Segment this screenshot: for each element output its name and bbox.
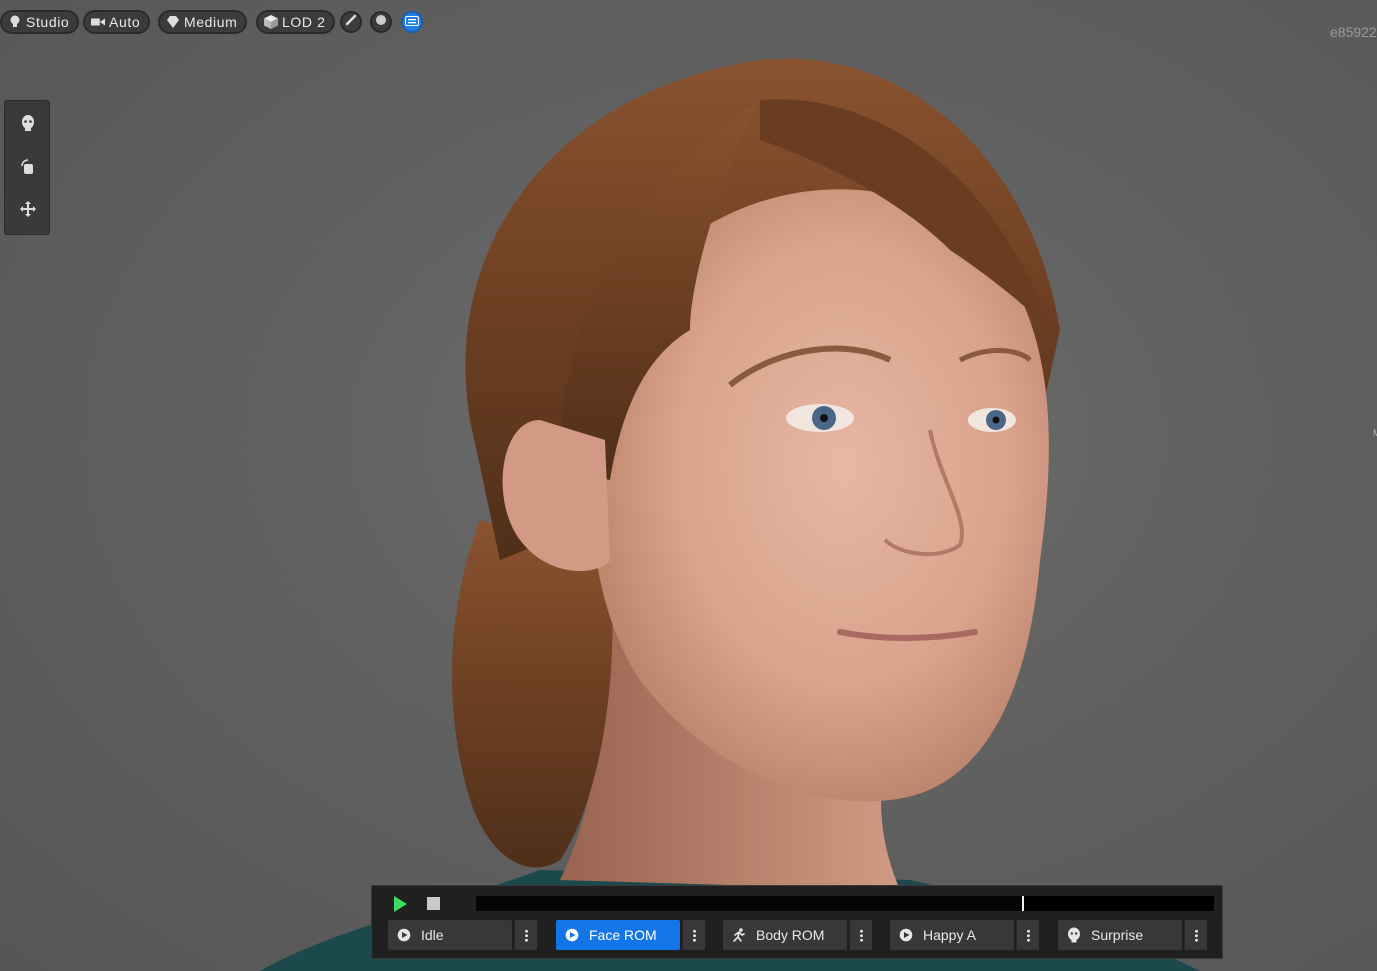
animation-panel: Idle Face ROM Body ROM Happy A Surprise [371,885,1223,959]
play-icon [392,896,408,917]
play-button[interactable] [392,895,408,913]
anim-label: Body ROM [756,927,825,943]
anim-label: Surprise [1091,927,1144,943]
lightbulb-icon [8,15,22,29]
environment-button[interactable]: Studio [0,10,80,34]
diamond-icon [166,15,180,29]
more-vert-icon [859,928,863,942]
tool-palette [4,100,50,235]
asset-id-text: e85922 [1330,24,1377,40]
head-toggle-button[interactable] [370,11,392,33]
timeline-scrubber[interactable] [476,896,1214,911]
lod-label: LOD 2 [282,14,326,30]
anim-label: Idle [421,927,444,943]
head-icon [375,13,387,31]
character-viewport[interactable] [0,0,1377,971]
running-person-icon [731,927,747,943]
anim-surprise-more-button[interactable] [1184,920,1207,950]
anim-happy-a-more-button[interactable] [1016,920,1039,950]
timeline-progress [476,896,1023,911]
anim-face-rom-more-button[interactable] [682,920,705,950]
more-vert-icon [692,928,696,942]
play-circle-icon [396,927,412,943]
anim-label: Happy A [923,927,976,943]
orbit-tool[interactable] [16,157,40,181]
move-tool[interactable] [16,199,40,223]
stop-button[interactable] [427,897,440,910]
bone-icon [345,13,357,31]
bone-toggle-button[interactable] [340,11,362,33]
anim-idle-more-button[interactable] [514,920,537,950]
more-vert-icon [1194,928,1198,942]
lod-button[interactable]: LOD 2 [256,10,336,34]
more-vert-icon [1026,928,1030,942]
camera-button[interactable]: Auto [83,10,151,34]
anim-body-rom-more-button[interactable] [849,920,872,950]
camera-label: Auto [109,14,141,30]
quality-label: Medium [184,14,238,30]
hand-rotate-icon [19,158,37,181]
face-icon [20,114,36,137]
anim-happy-a-button[interactable]: Happy A [890,920,1014,950]
keyboard-toggle-button[interactable] [401,11,423,33]
face-select-tool[interactable] [16,113,40,137]
more-vert-icon [524,928,528,942]
anim-face-rom-button[interactable]: Face ROM [556,920,680,950]
video-camera-icon [91,15,105,29]
anim-idle-button[interactable]: Idle [388,920,512,950]
cube-icon [264,15,278,29]
environment-label: Studio [26,14,70,30]
play-circle-icon [898,927,914,943]
anim-body-rom-button[interactable]: Body ROM [723,920,847,950]
keyboard-icon [405,13,419,31]
anim-surprise-button[interactable]: Surprise [1058,920,1182,950]
timeline-playhead[interactable] [1022,896,1025,911]
edge-label: M [1373,428,1377,438]
quality-button[interactable]: Medium [158,10,248,34]
play-circle-icon [564,927,580,943]
move-arrows-icon [19,200,37,223]
anim-label: Face ROM [589,927,657,943]
face-icon [1066,927,1082,943]
